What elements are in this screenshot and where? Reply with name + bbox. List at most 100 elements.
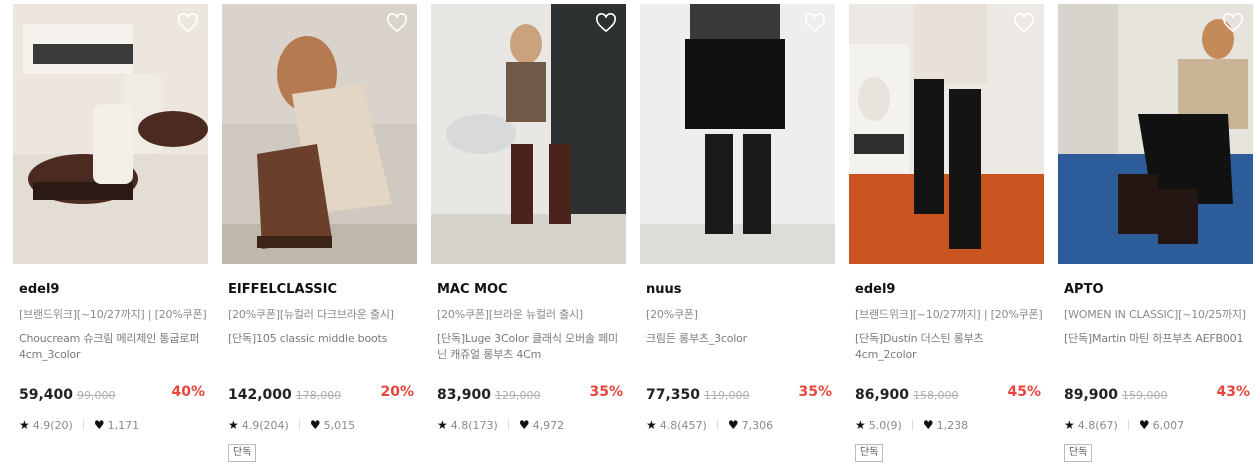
divider [1127, 420, 1129, 430]
product-title[interactable]: 크림든 롱부츠_3color [646, 331, 834, 347]
price-row: 86,900 158,000 45% [855, 384, 1045, 404]
original-price: 129,000 [495, 389, 541, 402]
heart-outline-icon[interactable] [804, 13, 826, 33]
product-title[interactable]: [단독]Luge 3Color 클래식 오버솔 페미닌 캐쥬얼 롱부츠 4Cm [437, 331, 625, 363]
heart-outline-icon[interactable] [595, 13, 617, 33]
product-card[interactable]: EIFFELCLASSIC [20%쿠폰][뉴컬러 다크브라운 출시] [단독]… [222, 4, 418, 462]
sale-price: 59,400 [19, 387, 74, 403]
star-icon: ★ [855, 418, 866, 432]
product-stats: ★ 4.8(173) ♥ 4,972 [437, 418, 564, 432]
brand-name[interactable]: edel9 [855, 282, 895, 297]
star-icon: ★ [437, 418, 448, 432]
brand-name[interactable]: EIFFELCLASSIC [228, 282, 337, 297]
heart-filled-icon: ♥ [1138, 418, 1150, 432]
product-photo [431, 4, 626, 264]
original-price: 119,000 [704, 389, 750, 402]
product-image[interactable] [431, 4, 626, 264]
sale-price: 83,900 [437, 387, 492, 403]
like-count: 7,306 [741, 418, 774, 432]
like-count: 6,007 [1152, 418, 1185, 432]
product-image[interactable] [1058, 4, 1253, 264]
product-photo [1058, 4, 1253, 264]
promo-text: [브랜드위크][~10/27까지] | [20%쿠폰] [19, 308, 207, 321]
like-count: 4,972 [532, 418, 565, 432]
promo-text: [브랜드위크][~10/27까지] | [20%쿠폰] [855, 308, 1043, 321]
heart-filled-icon: ♥ [518, 418, 530, 432]
star-icon: ★ [646, 418, 657, 432]
product-card[interactable]: MAC MOC [20%쿠폰][브라운 뉴컬러 출시] [단독]Luge 3Co… [431, 4, 627, 432]
divider [298, 420, 300, 430]
product-photo [640, 4, 835, 264]
divider [507, 420, 509, 430]
brand-name[interactable]: edel9 [19, 282, 59, 297]
rating: 4.8(457) [659, 418, 707, 432]
price-row: 77,350 119,000 35% [646, 384, 836, 404]
brand-name[interactable]: MAC MOC [437, 282, 508, 297]
promo-text: [20%쿠폰][뉴컬러 다크브라운 출시] [228, 308, 394, 321]
discount-rate: 35% [589, 384, 623, 400]
product-title[interactable]: Choucream 슈크림 메리제인 통굽로퍼 4cm_3color [19, 331, 207, 363]
price-row: 59,400 99,000 40% [19, 384, 209, 404]
product-stats: ★ 5.0(9) ♥ 1,238 [855, 418, 968, 432]
price-row: 142,000 178,000 20% [228, 384, 418, 404]
divider [911, 420, 913, 430]
heart-filled-icon: ♥ [309, 418, 321, 432]
product-image[interactable] [640, 4, 835, 264]
rating: 4.8(67) [1077, 418, 1118, 432]
product-title[interactable]: [단독]105 classic middle boots [228, 331, 416, 347]
rating: 4.9(204) [241, 418, 289, 432]
star-icon: ★ [19, 418, 30, 432]
sale-price: 89,900 [1064, 387, 1119, 403]
sale-price: 142,000 [228, 387, 292, 403]
like-count: 1,171 [107, 418, 140, 432]
promo-text: [20%쿠폰] [646, 308, 698, 321]
price-row: 89,900 159,000 43% [1064, 384, 1254, 404]
price-row: 83,900 129,000 35% [437, 384, 627, 404]
product-card[interactable]: edel9 [브랜드위크][~10/27까지] | [20%쿠폰] Choucr… [13, 4, 209, 432]
heart-filled-icon: ♥ [93, 418, 105, 432]
brand-name[interactable]: nuus [646, 282, 682, 297]
heart-outline-icon[interactable] [386, 13, 408, 33]
exclusive-badge: 단독 [228, 444, 257, 462]
original-price: 159,000 [1122, 389, 1168, 402]
exclusive-badge: 단독 [855, 444, 884, 462]
product-card[interactable]: APTO [WOMEN IN CLASSIC][~10/25까지] [단독]Ma… [1058, 4, 1254, 462]
original-price: 99,000 [77, 389, 116, 402]
product-image[interactable] [849, 4, 1044, 264]
product-image[interactable] [13, 4, 208, 264]
product-title[interactable]: [단독]Dustin 더스틴 롱부츠 4cm_2color [855, 331, 1043, 363]
discount-rate: 35% [798, 384, 832, 400]
heart-outline-icon[interactable] [1013, 13, 1035, 33]
heart-outline-icon[interactable] [177, 13, 199, 33]
original-price: 158,000 [913, 389, 959, 402]
product-card[interactable]: edel9 [브랜드위크][~10/27까지] | [20%쿠폰] [단독]Du… [849, 4, 1045, 462]
divider [716, 420, 718, 430]
like-count: 1,238 [936, 418, 969, 432]
product-stats: ★ 4.9(20) ♥ 1,171 [19, 418, 139, 432]
heart-filled-icon: ♥ [922, 418, 934, 432]
promo-text: [20%쿠폰][브라운 뉴컬러 출시] [437, 308, 584, 321]
original-price: 178,000 [295, 389, 342, 402]
discount-rate: 20% [380, 384, 414, 400]
product-title[interactable]: [단독]Martin 마틴 하프부츠 AEFB001 [1064, 331, 1252, 347]
like-count: 5,015 [323, 418, 356, 432]
product-stats: ★ 4.8(67) ♥ 6,007 [1064, 418, 1184, 432]
product-card[interactable]: nuus [20%쿠폰] 크림든 롱부츠_3color 77,350 119,00… [640, 4, 836, 432]
brand-name[interactable]: APTO [1064, 282, 1104, 297]
divider [82, 420, 84, 430]
product-grid: edel9 [브랜드위크][~10/27까지] | [20%쿠폰] Choucr… [0, 0, 1258, 474]
star-icon: ★ [1064, 418, 1075, 432]
star-icon: ★ [228, 418, 239, 432]
rating: 4.8(173) [450, 418, 498, 432]
product-image[interactable] [222, 4, 417, 264]
product-stats: ★ 4.9(204) ♥ 5,015 [228, 418, 355, 432]
rating: 4.9(20) [32, 418, 73, 432]
discount-rate: 43% [1216, 384, 1250, 400]
discount-rate: 40% [171, 384, 205, 400]
sale-price: 77,350 [646, 387, 701, 403]
heart-outline-icon[interactable] [1222, 13, 1244, 33]
product-stats: ★ 4.8(457) ♥ 7,306 [646, 418, 773, 432]
discount-rate: 45% [1007, 384, 1041, 400]
product-photo [849, 4, 1044, 264]
heart-filled-icon: ♥ [727, 418, 739, 432]
